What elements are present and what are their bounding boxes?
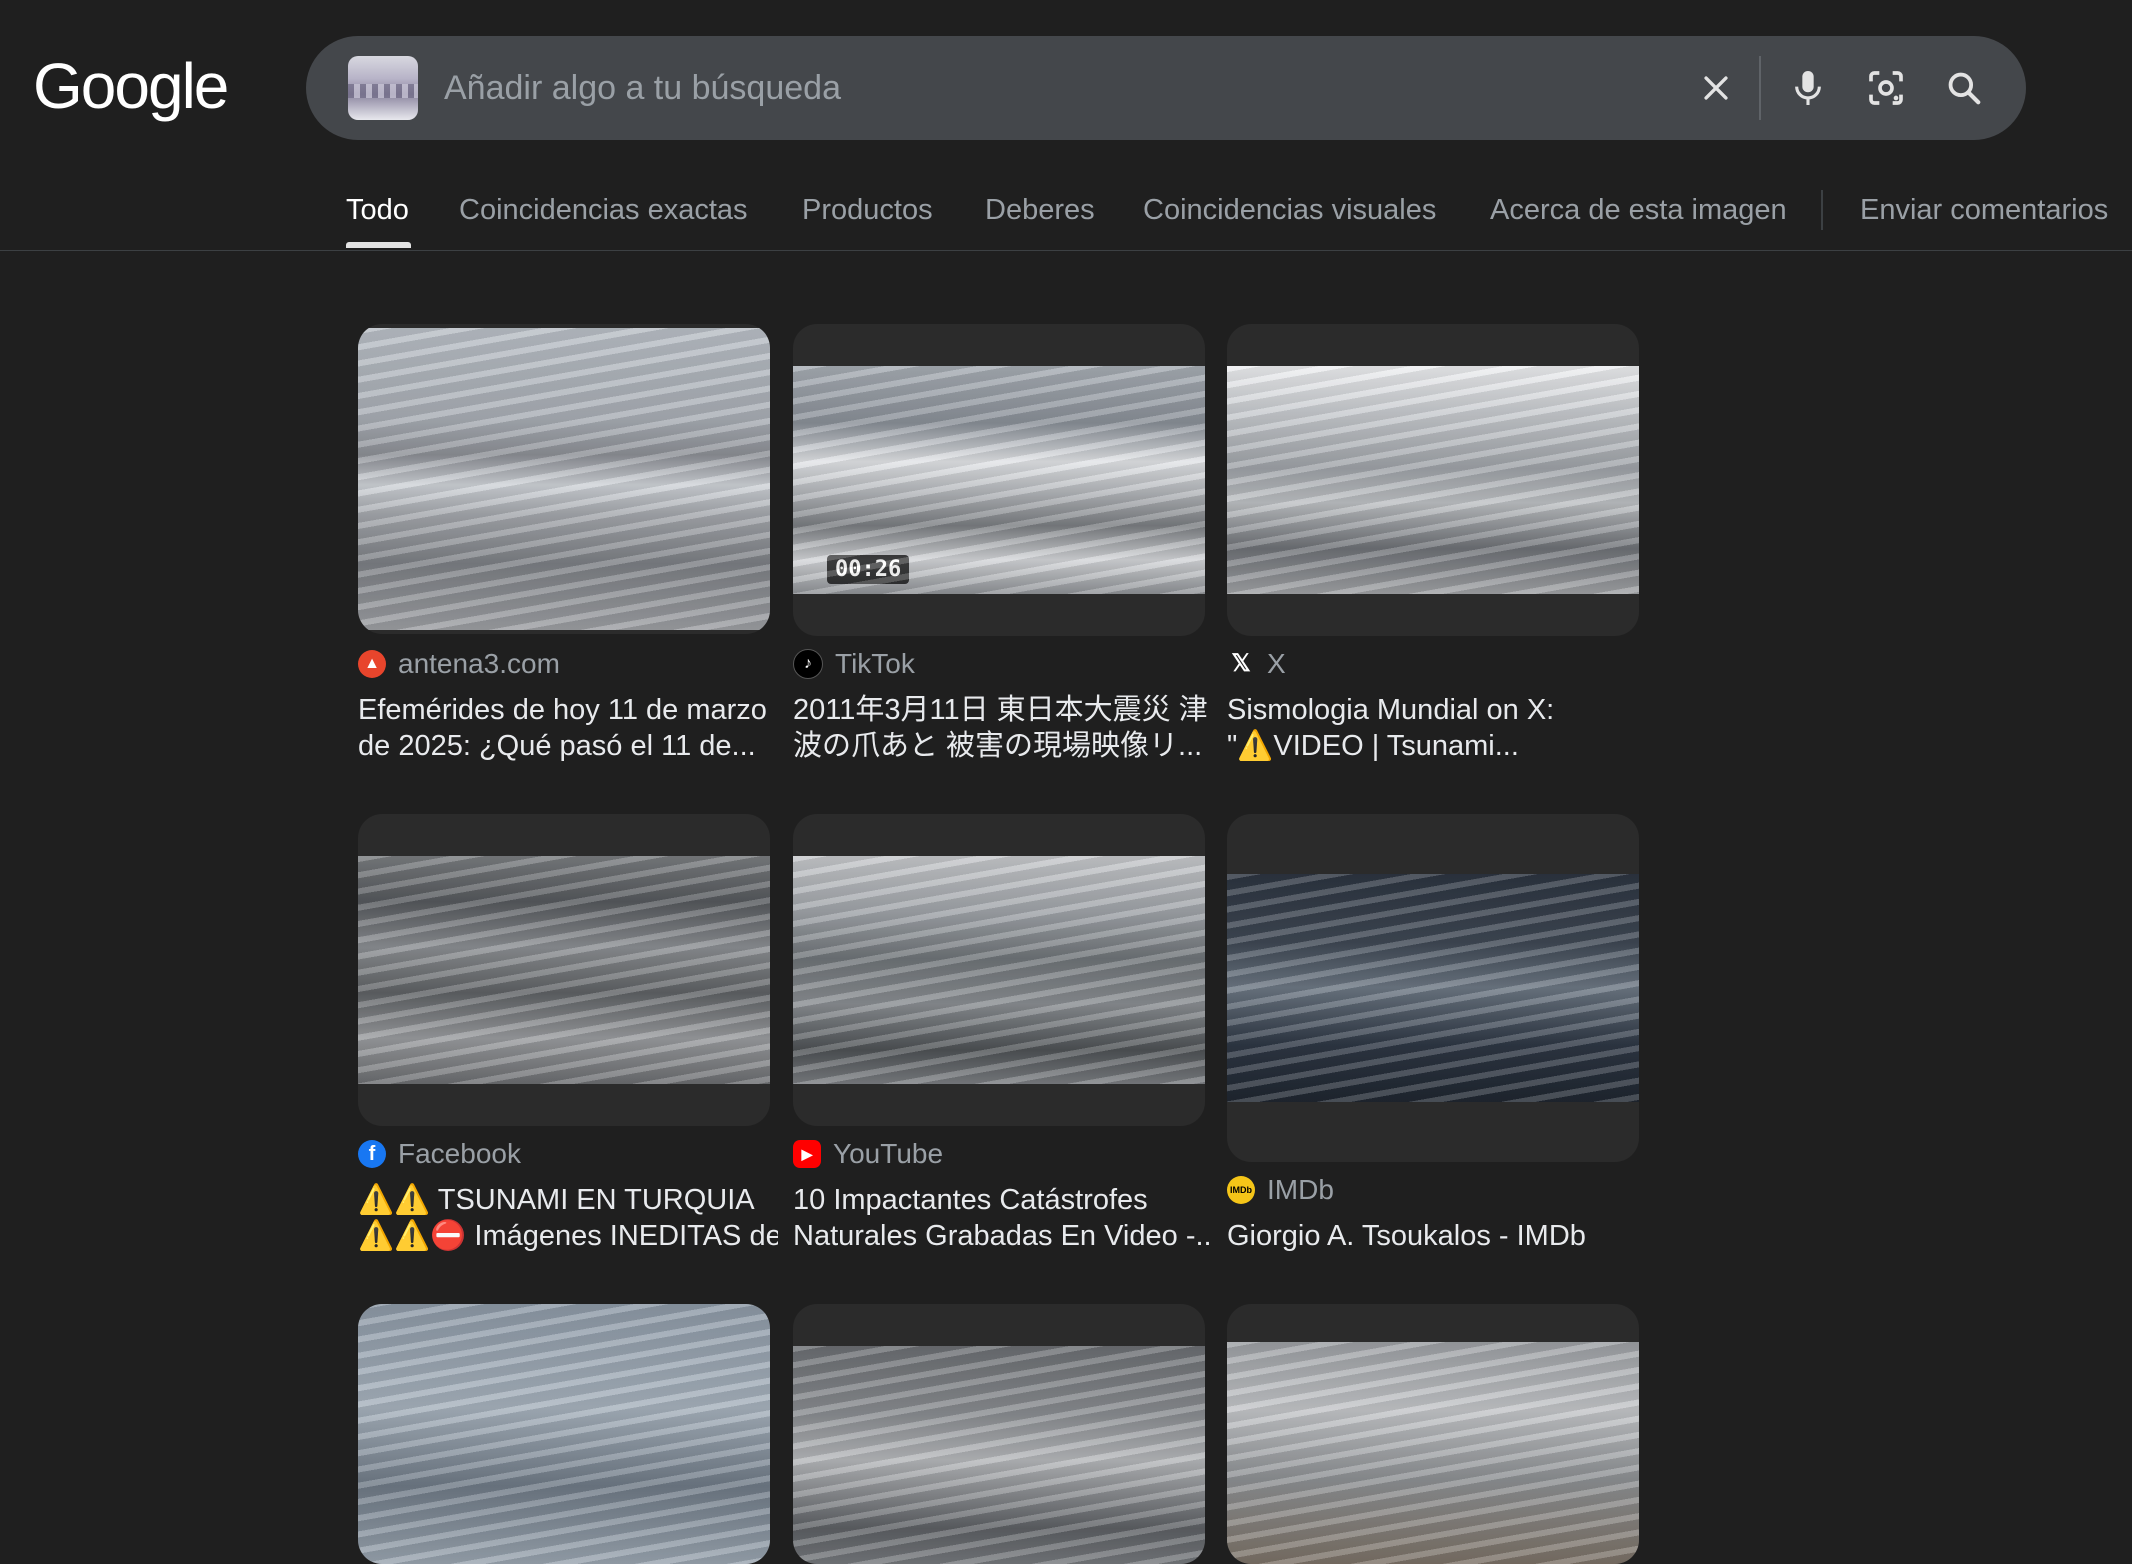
result-source[interactable]: ♪ TikTok — [793, 646, 915, 682]
microphone-icon[interactable] — [1782, 62, 1834, 114]
source-label: antena3.com — [398, 648, 560, 679]
result-card[interactable]: IMDb IMDb Giorgio A. Tsoukalos - IMDb — [1227, 814, 1639, 1264]
result-card[interactable]: ▲ antena3.com Efemérides de hoy 11 de ma… — [358, 324, 770, 774]
result-image-container[interactable] — [793, 814, 1205, 1126]
search-tabs: Todo Coincidencias exactas Productos Deb… — [0, 180, 2132, 251]
result-title[interactable]: 10 Impactantes Catástrofes Naturales Gra… — [793, 1182, 1213, 1254]
result-title-line: Sismologia Mundial on X: — [1227, 694, 1555, 726]
result-title-line: 波の爪あと 被害の現場映像リ... — [793, 730, 1203, 762]
source-label: IMDb — [1267, 1174, 1334, 1205]
result-image-container[interactable] — [1227, 324, 1639, 636]
facebook-favicon-icon: f — [358, 1140, 386, 1168]
result-card[interactable] — [358, 1304, 770, 1564]
result-card[interactable] — [1227, 1304, 1639, 1564]
search-bar[interactable]: Añadir algo a tu búsqueda — [306, 36, 2026, 140]
result-image-container[interactable]: 00:26 — [793, 324, 1205, 636]
video-duration-badge: 00:26 — [827, 555, 910, 584]
tab-enviar-comentarios[interactable]: Enviar comentarios — [1860, 188, 2108, 232]
result-image-container[interactable] — [1227, 814, 1639, 1162]
result-title-line: Efemérides de hoy 11 de marzo — [358, 694, 767, 726]
result-source[interactable]: ▲ antena3.com — [358, 646, 560, 682]
tab-productos[interactable]: Productos — [802, 188, 933, 232]
result-title-line: ⚠️⚠️⛔ Imágenes INEDITAS del... — [358, 1220, 778, 1252]
result-image-container[interactable] — [358, 814, 770, 1126]
search-bar-divider — [1759, 56, 1761, 120]
imdb-favicon-icon: IMDb — [1227, 1176, 1255, 1204]
result-title-line: "⚠️VIDEO | Tsunami... — [1227, 730, 1519, 762]
tab-coincidencias-exactas[interactable]: Coincidencias exactas — [459, 188, 748, 232]
source-label: YouTube — [833, 1138, 944, 1169]
lens-icon[interactable] — [1860, 62, 1912, 114]
tab-coincidencias-visuales[interactable]: Coincidencias visuales — [1143, 188, 1436, 232]
result-image[interactable] — [1227, 874, 1639, 1102]
source-label: Facebook — [398, 1138, 521, 1169]
result-title[interactable]: Efemérides de hoy 11 de marzo de 2025: ¿… — [358, 692, 778, 764]
x-favicon-icon: 𝕏 — [1231, 650, 1251, 677]
result-source[interactable]: 𝕏 X — [1227, 646, 1286, 682]
source-label: TikTok — [835, 648, 915, 679]
antena3-favicon-icon: ▲ — [358, 650, 386, 678]
result-title[interactable]: 2011年3月11日 東日本大震災 津 波の爪あと 被害の現場映像リ... — [793, 692, 1213, 764]
tab-deberes[interactable]: Deberes — [985, 188, 1095, 232]
result-card[interactable]: 𝕏 X Sismologia Mundial on X: "⚠️VIDEO | … — [1227, 324, 1639, 774]
result-image[interactable] — [358, 856, 770, 1084]
result-title-line: Giorgio A. Tsoukalos - IMDb — [1227, 1220, 1586, 1252]
result-title[interactable]: Giorgio A. Tsoukalos - IMDb — [1227, 1218, 1647, 1254]
result-image[interactable] — [358, 1304, 770, 1564]
result-title-line: Naturales Grabadas En Video -... — [793, 1220, 1213, 1252]
result-image-container[interactable] — [358, 324, 770, 634]
result-image[interactable] — [1227, 366, 1639, 594]
result-image[interactable] — [358, 328, 770, 630]
active-tab-indicator — [346, 242, 411, 248]
result-image[interactable] — [793, 856, 1205, 1084]
google-logo[interactable]: Google — [33, 46, 229, 126]
result-title-line: 2011年3月11日 東日本大震災 津 — [793, 694, 1208, 726]
result-title[interactable]: Sismologia Mundial on X: "⚠️VIDEO | Tsun… — [1227, 692, 1647, 764]
result-card[interactable] — [793, 1304, 1205, 1564]
search-input[interactable]: Añadir algo a tu búsqueda — [444, 66, 841, 110]
tab-todo[interactable]: Todo — [346, 188, 409, 232]
search-icon[interactable] — [1938, 62, 1990, 114]
result-title-line: de 2025: ¿Qué pasó el 11 de... — [358, 730, 756, 762]
result-video-thumbnail[interactable]: 00:26 — [793, 366, 1205, 594]
result-source[interactable]: ▶ YouTube — [793, 1136, 943, 1172]
result-image-container[interactable] — [358, 1304, 770, 1564]
result-source[interactable]: f Facebook — [358, 1136, 521, 1172]
tabs-divider — [1821, 190, 1823, 230]
youtube-favicon-icon: ▶ — [793, 1140, 821, 1168]
result-title[interactable]: ⚠️⚠️ TSUNAMI EN TURQUIA ⚠️⚠️⛔ Imágenes I… — [358, 1182, 778, 1254]
result-title-line: 10 Impactantes Catástrofes — [793, 1184, 1148, 1216]
result-card[interactable]: f Facebook ⚠️⚠️ TSUNAMI EN TURQUIA ⚠️⚠️⛔… — [358, 814, 778, 1264]
result-title-line: ⚠️⚠️ TSUNAMI EN TURQUIA — [358, 1184, 755, 1216]
tab-acerca-de-esta-imagen[interactable]: Acerca de esta imagen — [1490, 188, 1787, 232]
close-icon[interactable] — [1690, 62, 1742, 114]
result-card[interactable]: 00:26 ♪ TikTok 2011年3月11日 東日本大震災 津 波の爪あと… — [793, 324, 1208, 774]
result-image-container[interactable] — [1227, 1304, 1639, 1564]
result-source[interactable]: IMDb IMDb — [1227, 1172, 1334, 1208]
result-image-container[interactable] — [793, 1304, 1205, 1564]
search-image-thumbnail[interactable] — [348, 56, 418, 120]
result-image[interactable] — [793, 1346, 1205, 1564]
source-label: X — [1267, 648, 1286, 679]
tiktok-favicon-icon: ♪ — [793, 649, 823, 679]
result-card[interactable]: ▶ YouTube 10 Impactantes Catástrofes Nat… — [793, 814, 1213, 1264]
result-image[interactable] — [1227, 1342, 1639, 1564]
